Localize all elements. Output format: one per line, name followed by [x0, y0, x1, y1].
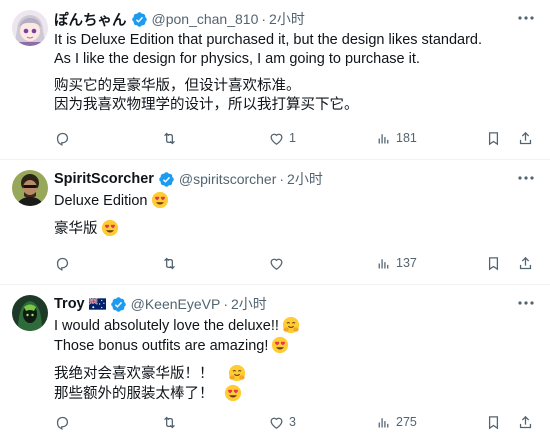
views-icon: [378, 133, 389, 143]
bookmark-button[interactable]: [485, 253, 502, 273]
reply-button[interactable]: [54, 412, 75, 432]
share-button[interactable]: [517, 412, 534, 432]
like-icon: [270, 417, 283, 429]
tweet-text: I would absolutely love the deluxe!! Tho…: [54, 316, 300, 404]
retweet-button[interactable]: [161, 253, 182, 273]
like-icon: [270, 133, 283, 145]
text-line: Deluxe Edition: [54, 193, 148, 209]
avatar[interactable]: [12, 170, 48, 206]
view-count: 275: [396, 415, 417, 429]
retweet-icon: [164, 416, 175, 428]
heart-eyes-emoji: [272, 336, 289, 354]
timestamp[interactable]: 2小时: [269, 9, 305, 29]
retweet-icon: [164, 257, 175, 269]
tweet-text: It is Deluxe Edition that purchased it, …: [54, 31, 534, 115]
translation-line: 购买它的是豪华版，但设计喜欢标准。: [54, 78, 301, 94]
separator-dot: ·: [223, 296, 229, 312]
translation-line: 豪华版: [54, 221, 98, 237]
author-name[interactable]: SpiritScorcher: [54, 171, 154, 187]
translation-line: 因为我喜欢物理学的设计，所以我打算买下它。: [54, 97, 359, 113]
tweet-header: ぽんちゃん @pon_chan_810 · 2小时: [54, 9, 305, 29]
more-icon[interactable]: [516, 10, 536, 26]
reply-icon: [56, 132, 69, 146]
share-icon: [519, 415, 532, 428]
tweet-text: Deluxe Edition 豪华版: [54, 191, 169, 239]
bookmark-icon: [488, 256, 499, 270]
text-line: It is Deluxe Edition that purchased it, …: [54, 32, 482, 48]
views-button[interactable]: 275: [375, 412, 417, 432]
views-icon: [378, 258, 389, 268]
heart-eyes-emoji: [101, 219, 118, 237]
verified-badge-icon: [159, 171, 174, 187]
more-icon[interactable]: [516, 170, 536, 186]
view-count: 137: [396, 256, 417, 270]
tweet[interactable]: Troy @KeenEyeVP · 2小时 I would absolutely…: [0, 285, 550, 443]
views-button[interactable]: 181: [375, 128, 417, 148]
separator-dot: ·: [279, 171, 285, 187]
text-line: Those bonus outfits are amazing!: [54, 338, 269, 354]
bookmark-button[interactable]: [485, 412, 502, 432]
bookmark-icon: [488, 131, 499, 145]
separator-dot: ·: [261, 11, 267, 27]
like-count: 3: [289, 415, 296, 429]
action-bar: 137: [54, 253, 534, 273]
avatar[interactable]: [12, 295, 48, 331]
retweet-button[interactable]: [161, 412, 182, 432]
bookmark-button[interactable]: [485, 128, 502, 148]
action-bar: 1 181: [54, 128, 534, 148]
hugging-emoji: [228, 364, 245, 382]
australia-flag: [88, 298, 106, 310]
like-icon: [270, 258, 283, 270]
text-line: I would absolutely love the deluxe!!: [54, 318, 279, 334]
views-icon: [378, 417, 389, 427]
tweet-header: Troy @KeenEyeVP · 2小时: [54, 294, 267, 314]
bookmark-icon: [488, 415, 499, 429]
author-handle[interactable]: @pon_chan_810: [152, 11, 259, 27]
author-name[interactable]: ぽんちゃん: [54, 9, 127, 30]
translation-line: 那些额外的服装太棒了！: [54, 386, 214, 402]
author-handle[interactable]: @KeenEyeVP: [131, 296, 221, 312]
share-button[interactable]: [517, 253, 534, 273]
translation-line: 我绝对会喜欢豪华版！！: [54, 366, 214, 382]
hugging-emoji: [282, 316, 300, 334]
reply-button[interactable]: [54, 253, 75, 273]
tweet[interactable]: ぽんちゃん @pon_chan_810 · 2小时 It is Deluxe E…: [0, 0, 550, 160]
like-button[interactable]: 1: [268, 128, 296, 148]
reply-icon: [56, 257, 69, 271]
verified-badge-icon: [131, 11, 147, 27]
retweet-button[interactable]: [161, 128, 182, 148]
view-count: 181: [396, 131, 417, 145]
author-handle[interactable]: @spiritscorcher: [179, 171, 276, 187]
author-name[interactable]: Troy: [54, 296, 85, 312]
share-icon: [519, 256, 532, 269]
retweet-icon: [164, 132, 175, 144]
reply-icon: [56, 416, 69, 430]
heart-eyes-emoji: [224, 384, 241, 402]
more-icon[interactable]: [516, 295, 536, 311]
like-count: 1: [289, 131, 296, 145]
timestamp[interactable]: 2小时: [231, 294, 267, 314]
share-icon: [519, 131, 532, 144]
share-button[interactable]: [517, 128, 534, 148]
timestamp[interactable]: 2小时: [287, 169, 323, 189]
reply-button[interactable]: [54, 128, 75, 148]
avatar[interactable]: [12, 10, 48, 46]
tweet-header: SpiritScorcher @spiritscorcher · 2小时: [54, 169, 323, 189]
verified-badge-icon: [110, 296, 126, 312]
like-button[interactable]: [268, 253, 289, 273]
tweet[interactable]: SpiritScorcher @spiritscorcher · 2小时 Del…: [0, 160, 550, 285]
like-button[interactable]: 3: [268, 412, 296, 432]
heart-eyes-emoji: [151, 191, 168, 209]
action-bar: 3 275: [54, 412, 534, 432]
text-line: As I like the design for physics, I am g…: [54, 51, 420, 67]
views-button[interactable]: 137: [375, 253, 417, 273]
